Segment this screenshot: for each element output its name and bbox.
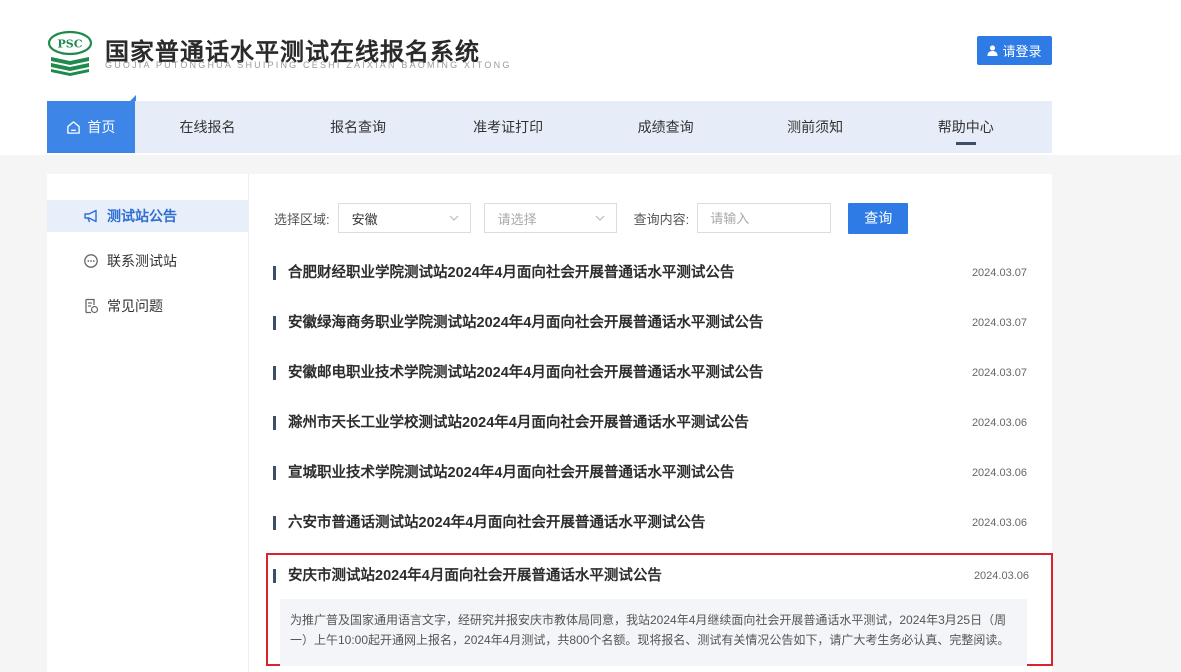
announcement-title: 滁州市天长工业学校测试站2024年4月面向社会开展普通话水平测试公告	[273, 416, 749, 430]
nav-item-home[interactable]: 首页	[47, 95, 136, 153]
list-item[interactable]: 合肥财经职业学院测试站2024年4月面向社会开展普通话水平测试公告 2024.0…	[273, 248, 1027, 298]
announcement-date: 2024.03.06	[971, 517, 1027, 529]
sidebar: 测试站公告 联系测试站 常见问题	[47, 174, 249, 672]
nav-label: 首页	[87, 119, 116, 135]
query-input[interactable]	[697, 203, 832, 233]
sidebar-item-label: 测试站公告	[107, 208, 177, 224]
nav-label: 准考证打印	[473, 119, 544, 135]
announcement-date: 2024.03.07	[971, 267, 1027, 279]
region-value: 安徽	[351, 211, 378, 227]
sidebar-item-label: 联系测试站	[107, 253, 177, 269]
list-item[interactable]: 六安市普通话测试站2024年4月面向社会开展普通话水平测试公告 2024.03.…	[273, 498, 1027, 548]
nav-label: 成绩查询	[637, 119, 694, 135]
nav-label: 报名查询	[330, 119, 387, 135]
announcement-title: 合肥财经职业学院测试站2024年4月面向社会开展普通话水平测试公告	[273, 266, 734, 280]
list-item[interactable]: 安徽邮电职业技术学院测试站2024年4月面向社会开展普通话水平测试公告 2024…	[273, 348, 1027, 398]
psc-logo-icon: PSC	[47, 30, 93, 76]
nav-label: 帮助中心	[937, 119, 994, 135]
content-panel: 测试站公告 联系测试站 常见问题 选择区域: 安徽 请选择 查询内容: 请输入 …	[47, 174, 1053, 672]
query-label: 查询内容:	[633, 211, 690, 227]
announcement-list: 合肥财经职业学院测试站2024年4月面向社会开展普通话水平测试公告 2024.0…	[273, 248, 1027, 548]
announcement-date: 2024.03.07	[971, 317, 1027, 329]
sidebar-item-announcements[interactable]: 测试站公告	[47, 200, 248, 232]
sidebar-item-label: 常见问题	[107, 298, 163, 314]
site-logo[interactable]: PSC 国家普通话水平测试在线报名系统 GUOJIA PUTONGHUA SHU…	[47, 28, 509, 78]
announcement-title: 宣城职业技术学院测试站2024年4月面向社会开展普通话水平测试公告	[273, 466, 734, 480]
login-button[interactable]: 请登录	[977, 36, 1052, 65]
list-item[interactable]: 滁州市天长工业学校测试站2024年4月面向社会开展普通话水平测试公告 2024.…	[273, 398, 1027, 448]
announcement-title: 安徽绿海商务职业学院测试站2024年4月面向社会开展普通话水平测试公告	[273, 316, 763, 330]
expanded-announcement: 安庆市测试站2024年4月面向社会开展普通话水平测试公告 2024.03.06 …	[266, 553, 1053, 666]
logo-badge-text: PSC	[58, 38, 83, 51]
nav-item-pre-test-notice[interactable]: 测前须知	[751, 101, 880, 153]
sidebar-item-contact[interactable]: 联系测试站	[47, 245, 248, 277]
site-title-pinyin: GUOJIA PUTONGHUA SHUIPING CESHI ZAIXIAN …	[105, 60, 512, 70]
announcement-date: 2024.03.06	[973, 569, 1029, 582]
nav-item-score-query[interactable]: 成绩查询	[580, 101, 750, 153]
chat-bubble-icon	[84, 254, 98, 268]
chevron-down-icon	[595, 215, 605, 221]
list-item[interactable]: 安徽绿海商务职业学院测试站2024年4月面向社会开展普通话水平测试公告 2024…	[273, 298, 1027, 348]
sub-region-select[interactable]: 请选择	[483, 203, 617, 233]
region-select[interactable]: 安徽	[337, 203, 471, 233]
sidebar-item-faq[interactable]: 常见问题	[47, 290, 248, 322]
nav-label: 在线报名	[179, 119, 236, 135]
announcement-excerpt: 为推广普及国家通用语言文字，经研究并报安庆市教体局同意，我站2024年4月继续面…	[280, 599, 1027, 666]
faq-document-icon	[85, 298, 99, 314]
list-item[interactable]: 宣城职业技术学院测试站2024年4月面向社会开展普通话水平测试公告 2024.0…	[273, 448, 1027, 498]
nav-label: 测前须知	[787, 119, 844, 135]
nav-item-help-center[interactable]: 帮助中心	[879, 101, 1051, 153]
sub-region-placeholder: 请选择	[497, 211, 537, 227]
chevron-down-icon	[449, 215, 459, 221]
home-icon	[67, 120, 81, 134]
announcement-date: 2024.03.07	[971, 367, 1027, 379]
region-label: 选择区域:	[274, 211, 330, 227]
announcement-title: 安庆市测试站2024年4月面向社会开展普通话水平测试公告	[273, 568, 662, 583]
filter-bar: 选择区域: 安徽 请选择 查询内容: 查询	[274, 202, 909, 234]
nav-hover-underline	[955, 142, 976, 145]
user-icon	[987, 45, 999, 56]
megaphone-icon	[84, 209, 97, 223]
nav-item-admission-ticket[interactable]: 准考证打印	[436, 101, 581, 153]
login-label: 请登录	[1002, 44, 1042, 59]
nav-item-online-registration[interactable]: 在线报名	[135, 101, 281, 153]
expanded-announcement-header[interactable]: 安庆市测试站2024年4月面向社会开展普通话水平测试公告 2024.03.06	[273, 555, 1029, 596]
announcement-date: 2024.03.06	[971, 467, 1027, 479]
nav-item-registration-query[interactable]: 报名查询	[280, 101, 436, 153]
search-button[interactable]: 查询	[848, 202, 909, 234]
main-nav: 首页 在线报名 报名查询 准考证打印 成绩查询 测前须知 帮助中心	[47, 95, 1052, 153]
announcement-title: 六安市普通话测试站2024年4月面向社会开展普通话水平测试公告	[273, 516, 705, 530]
announcement-title: 安徽邮电职业技术学院测试站2024年4月面向社会开展普通话水平测试公告	[273, 366, 763, 380]
announcement-date: 2024.03.06	[971, 417, 1027, 429]
